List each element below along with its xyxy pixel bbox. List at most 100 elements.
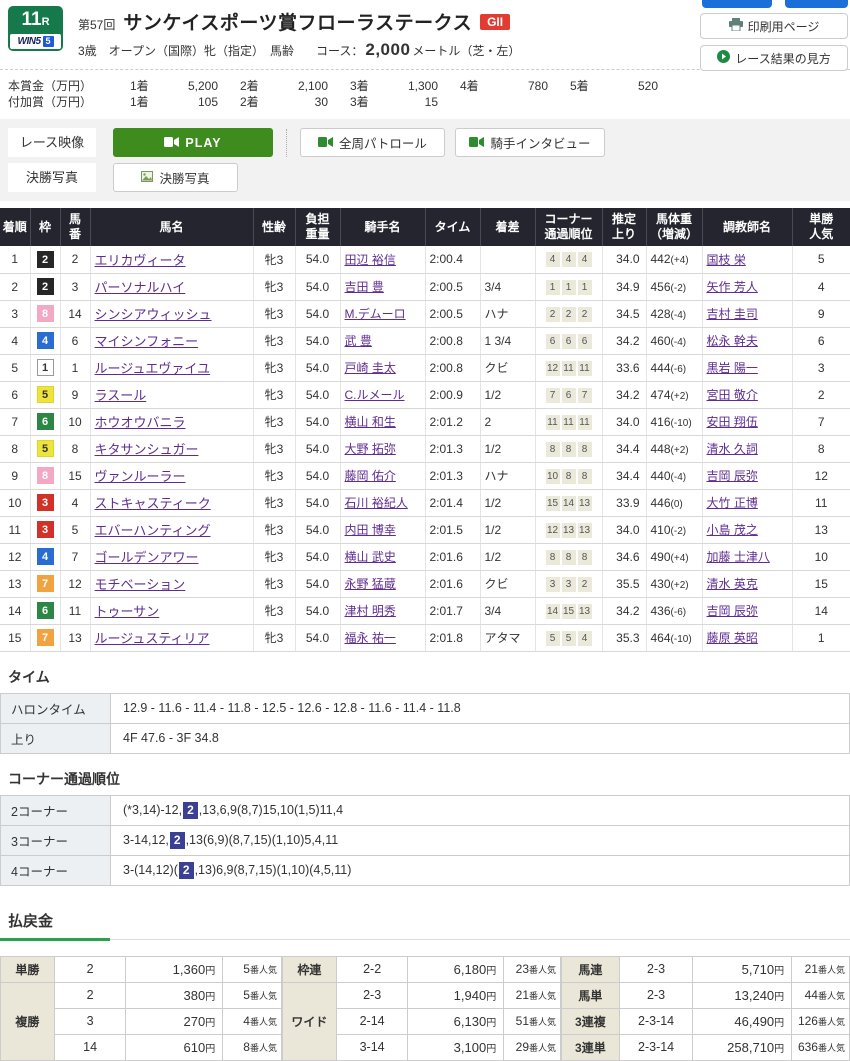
trainer-link[interactable]: 大竹 正博 (707, 496, 758, 510)
winner-highlight: 2 (179, 862, 194, 879)
column-header: 騎手名 (340, 208, 425, 246)
jockey-link[interactable]: 永野 猛蔵 (345, 577, 396, 591)
horse-weight: 430(+2) (646, 570, 702, 597)
jockey-link[interactable]: 藤岡 佑介 (345, 469, 396, 483)
trainer-link[interactable]: 藤原 英昭 (707, 631, 758, 645)
last-3f: 34.4 (602, 462, 646, 489)
patrol-button-label: 全周パトロール (339, 133, 427, 152)
trainer-link[interactable]: 加藤 士津八 (707, 550, 770, 564)
frame-number: 6 (37, 602, 54, 619)
corner-positions: 141513 (535, 597, 602, 624)
popularity-suffix: 番人気 (818, 965, 845, 975)
jockey-link[interactable]: 武 豊 (345, 334, 372, 348)
table-row: 511ルージュエヴァイユ牝354.0戸崎 圭太2:00.8クビ12111133.… (0, 354, 850, 381)
jockey-link[interactable]: 福永 祐一 (345, 631, 396, 645)
results-guide-button[interactable]: レース結果の見方 (700, 45, 848, 71)
horse-weight-diff: (+2) (671, 580, 689, 591)
bet-type: 枠連 (283, 956, 337, 982)
payout-amount: 13,240円 (693, 982, 792, 1008)
trainer-link[interactable]: 黒岩 陽一 (707, 361, 758, 375)
horse-link[interactable]: モチベーション (95, 577, 186, 592)
jockey-interview-button[interactable]: 騎手インタビュー (455, 128, 605, 157)
trainer-link[interactable]: 安田 翔伍 (707, 415, 758, 429)
horse-link[interactable]: ヴァンルーラー (95, 469, 186, 484)
jockey-link[interactable]: 大野 拓弥 (345, 442, 396, 456)
horse-link[interactable]: マイシンフォニー (95, 334, 199, 349)
corner-position-box: 5 (562, 631, 576, 646)
trainer-link[interactable]: 清水 英克 (707, 577, 758, 591)
horse-link[interactable]: パーソナルハイ (95, 280, 186, 295)
trainer-cell: 安田 翔伍 (702, 408, 792, 435)
jockey-link[interactable]: 石川 裕紀人 (345, 496, 408, 510)
race-number-suffix: R (42, 16, 50, 28)
trainer-link[interactable]: 清水 久詞 (707, 442, 758, 456)
horse-name-cell: キタサンシュガー (90, 435, 253, 462)
blue-button-stub[interactable] (785, 0, 848, 8)
horse-link[interactable]: エバーハンティング (95, 523, 211, 538)
horse-link[interactable]: キタサンシュガー (95, 442, 199, 457)
prize-amount: 1,300 (382, 78, 438, 94)
trainer-link[interactable]: 吉村 圭司 (707, 307, 758, 321)
play-button[interactable]: PLAY (113, 128, 273, 157)
conditions-text: 3歳 オープン（国際）牝（指定） 馬齢 (78, 42, 294, 59)
payout-amount-value: 6,180 (454, 962, 487, 977)
trainer-link[interactable]: 吉岡 辰弥 (707, 469, 758, 483)
payout-amount: 6,130円 (408, 1008, 504, 1034)
horse-link[interactable]: ストキャスティーク (95, 496, 211, 511)
blue-button-stub[interactable] (702, 0, 772, 8)
column-header: 枠 (30, 208, 60, 246)
horse-link[interactable]: シンシアウィッシュ (95, 307, 212, 322)
trainer-link[interactable]: 小島 茂之 (707, 523, 758, 537)
row-value: 3-14,12,2,13(6,9)(8,7,15)(1,10)5,4,11 (111, 825, 850, 855)
payout-popularity: 51番人気 (504, 1008, 561, 1034)
row-label: 2コーナー (1, 795, 111, 825)
finish-photo-button[interactable]: 決勝写真 (113, 163, 238, 192)
payout-popularity: 8番人気 (223, 1034, 282, 1060)
corner-position-box: 4 (562, 252, 576, 267)
corner-position-box: 6 (546, 334, 560, 349)
carried-weight: 54.0 (295, 597, 340, 624)
horse-weight-value: 436 (651, 604, 671, 618)
column-header: タイム (425, 208, 480, 246)
jockey-link[interactable]: 戸崎 圭太 (345, 361, 396, 375)
jockey-link[interactable]: M.デムーロ (345, 307, 406, 321)
horse-link[interactable]: ルージュスティリア (95, 631, 210, 646)
trainer-cell: 大竹 正博 (702, 489, 792, 516)
trainer-link[interactable]: 吉岡 辰弥 (707, 604, 758, 618)
horse-link[interactable]: ゴールデンアワー (95, 550, 199, 565)
horse-link[interactable]: エリカヴィータ (95, 253, 186, 268)
horse-weight: 474(+2) (646, 381, 702, 408)
horse-link[interactable]: ホウオウバニラ (95, 415, 186, 430)
jockey-link[interactable]: 吉田 豊 (345, 280, 384, 294)
patrol-video-button[interactable]: 全周パトロール (300, 128, 445, 157)
trainer-link[interactable]: 国枝 栄 (707, 253, 746, 267)
print-page-button[interactable]: 印刷用ページ (700, 13, 848, 39)
trainer-link[interactable]: 矢作 芳人 (707, 280, 758, 294)
margin: ハナ (480, 462, 535, 489)
grade-badge: GII (480, 14, 510, 30)
column-header: 負担 重量 (295, 208, 340, 246)
jockey-link[interactable]: 横山 和生 (345, 415, 396, 429)
jockey-link[interactable]: C.ルメール (345, 388, 405, 402)
sex-age: 牝3 (253, 597, 295, 624)
horse-link[interactable]: ラスール (95, 388, 147, 403)
trainer-link[interactable]: 松永 幹夫 (707, 334, 758, 348)
jockey-link[interactable]: 横山 武史 (345, 550, 396, 564)
prize-amount: 30 (272, 94, 328, 110)
popularity-suffix: 番人気 (250, 991, 277, 1001)
yen-suffix: 円 (774, 992, 784, 1003)
jockey-link[interactable]: 津村 明秀 (345, 604, 396, 618)
jockey-link[interactable]: 田辺 裕信 (345, 253, 396, 267)
horse-weight-diff: (+2) (671, 391, 689, 402)
corner-position-box: 11 (578, 361, 592, 376)
horse-link[interactable]: ルージュエヴァイユ (95, 361, 211, 376)
horse-link[interactable]: トゥーサン (95, 604, 160, 619)
trainer-link[interactable]: 宮田 敬介 (707, 388, 758, 402)
horse-weight-diff: (-6) (671, 364, 687, 375)
win-popularity: 6 (792, 327, 850, 354)
jockey-link[interactable]: 内田 博幸 (345, 523, 396, 537)
column-header: 馬体重 （増減） (646, 208, 702, 246)
column-header: 調教師名 (702, 208, 792, 246)
corner-position-box: 1 (562, 280, 576, 295)
horse-name-cell: エバーハンティング (90, 516, 253, 543)
